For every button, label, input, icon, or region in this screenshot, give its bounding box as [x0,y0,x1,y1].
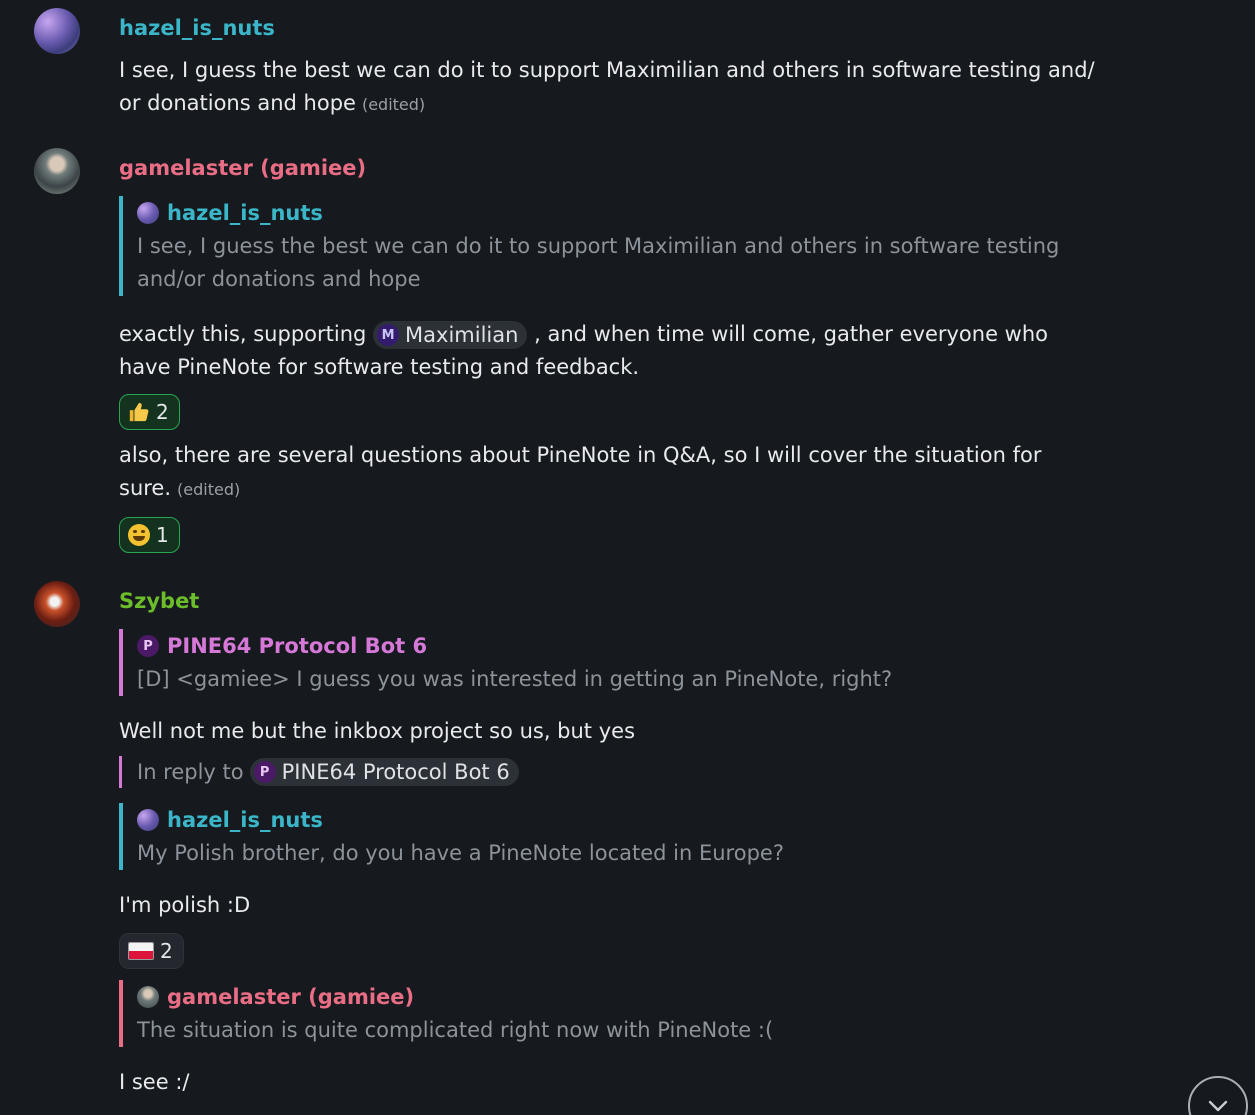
avatar [137,202,159,224]
user-mention-pill[interactable]: M Maximilian [373,321,528,349]
message-body: I'm polish :D [119,893,251,917]
reply-quote[interactable]: hazel_is_nuts My Polish brother, do you … [119,803,1097,870]
avatar [137,809,159,831]
reaction-thumbs-up[interactable]: 2 [119,394,180,430]
reply-quote[interactable]: hazel_is_nuts I see, I guess the best we… [119,196,1097,296]
reaction-poland-flag[interactable]: 2 [119,933,184,969]
message-body: I see, I guess the best we can do it to … [119,54,1095,121]
avatar[interactable] [34,148,80,194]
jump-to-latest-button[interactable] [1188,1076,1248,1115]
avatar [137,986,159,1008]
reaction-grinning-face[interactable]: 1 [119,517,180,553]
chevron-down-icon [1208,1100,1228,1112]
edited-label: (edited) [361,95,426,114]
reply-quote[interactable]: gamelaster (gamiee) The situation is qui… [119,980,1097,1047]
message-line: sure. [119,476,172,500]
reaction-count: 2 [160,939,173,963]
thumbs-up-icon [129,402,149,422]
message-text: exactly this, supporting [119,322,367,346]
mention-name: Maximilian [405,322,519,347]
quote-text: The situation is quite complicated right… [137,1018,774,1042]
message-line: also, there are several questions about … [119,443,1042,467]
sender-name[interactable]: hazel_is_nuts [119,16,275,40]
message-text: , and when time will come, gather everyo… [534,322,1049,346]
quote-sender: gamelaster (gamiee) [167,985,415,1009]
avatar[interactable] [34,8,80,54]
quote-text: My Polish brother, do you have a PineNot… [137,841,784,865]
avatar: P [137,635,159,657]
poland-flag-icon [128,942,154,960]
message-body: also, there are several questions about … [119,439,1079,506]
sender-name[interactable]: Szybet [119,589,199,613]
avatar[interactable] [34,581,80,627]
in-reply-to-label: In reply to [137,760,244,784]
quote-sender: PINE64 Protocol Bot 6 [167,634,428,658]
grinning-face-icon [128,524,150,546]
quote-text: [D] <gamiee> I guess you was interested … [137,667,893,691]
message-line: or donations and hope [119,91,356,115]
reaction-count: 1 [156,523,169,547]
reaction-count: 2 [156,400,169,424]
reply-quote[interactable]: P PINE64 Protocol Bot 6 [D] <gamiee> I g… [119,629,1097,696]
quote-text: I see, I guess the best we can do it to … [137,234,1060,258]
edited-label: (edited) [177,480,241,499]
quote-text: and/or donations and hope [137,267,421,291]
sender-name[interactable]: gamelaster (gamiee) [119,156,366,180]
mention-avatar: M [377,324,400,346]
chat-timeline: hazel_is_nuts I see, I guess the best we… [0,0,1255,1115]
mention-avatar: P [253,761,276,783]
message-line: I see, I guess the best we can do it to … [119,58,1095,82]
message-body: I see :/ [119,1070,190,1094]
mention-name: PINE64 Protocol Bot 6 [281,760,510,784]
quote-sender: hazel_is_nuts [167,201,323,225]
message-body: Well not me but the inkbox project so us… [119,719,636,743]
user-mention-pill[interactable]: P PINE64 Protocol Bot 6 [249,758,519,786]
message-line: have PineNote for software testing and f… [119,355,640,379]
in-reply-to[interactable]: In reply to P PINE64 Protocol Bot 6 [119,756,519,788]
message-body: exactly this, supporting M Maximilian , … [119,318,1079,384]
quote-sender: hazel_is_nuts [167,808,323,832]
